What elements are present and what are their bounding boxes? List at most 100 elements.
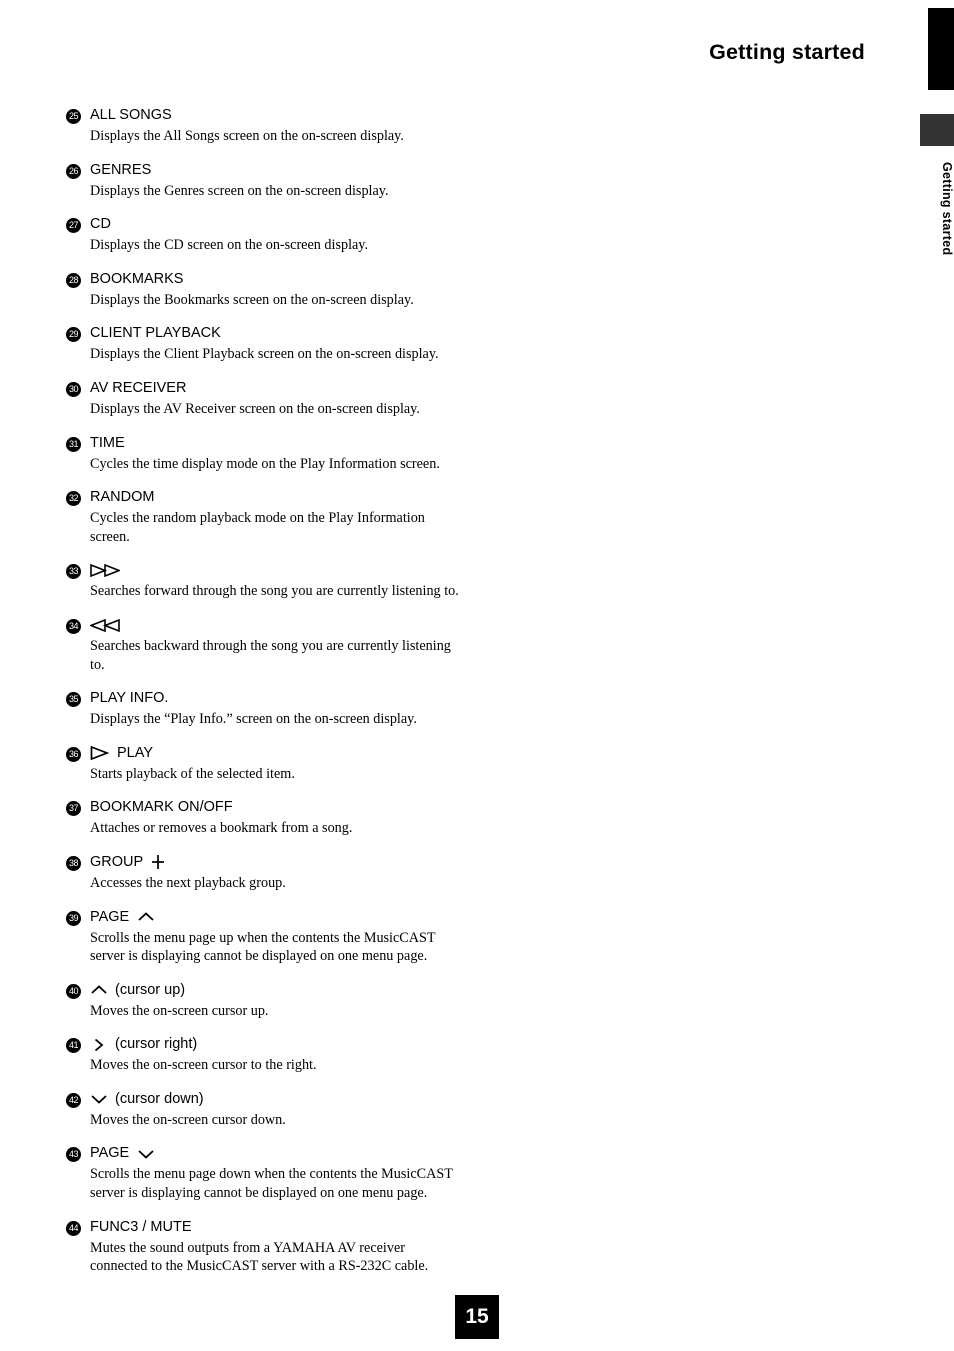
entry-description: Cycles the time display mode on the Play… xyxy=(90,455,440,472)
page-title: Getting started xyxy=(709,40,865,64)
entry-description: Moves the on-screen cursor up. xyxy=(90,1002,269,1019)
entry-number-badge: 33 xyxy=(66,564,81,580)
key-entry: 31 TIME Cycles the time display mode on th… xyxy=(66,434,486,474)
entry-number-badge: 32 xyxy=(66,491,81,507)
entry-description: Mutes the sound outputs from a YAMAHA AV… xyxy=(90,1239,429,1275)
entry-description: Attaches or removes a bookmark from a so… xyxy=(90,820,353,837)
entry-label: FUNC3 / MUTE xyxy=(90,1218,192,1235)
key-entry: 28 BOOKMARKS Displays the Bookmarks screen… xyxy=(66,270,486,310)
key-entry: 26 GENRES Displays the Genres screen on th… xyxy=(66,161,486,201)
entry-label-row: GROUP xyxy=(90,853,486,872)
entry-label: TIME xyxy=(90,434,125,451)
entry-label-row: BOOKMARKS xyxy=(90,270,486,289)
entry-label: CLIENT PLAYBACK xyxy=(90,325,221,342)
entry-label-row: FUNC3 / MUTE xyxy=(90,1218,486,1237)
entry-label: PLAY INFO. xyxy=(90,690,169,707)
remote-control-key-list: 25 ALL SONGS Displays the All Songs screen… xyxy=(66,106,486,1291)
entry-number-badge: 40 xyxy=(66,983,81,999)
entry-number-badge: 38 xyxy=(66,855,81,871)
entry-label: GROUP xyxy=(90,853,144,870)
entry-label: AV RECEIVER xyxy=(90,379,187,396)
key-entry: 43 PAGE Scrolls the menu page down when th… xyxy=(66,1144,486,1202)
key-entry: 39 PAGE Scrolls the menu page up when the … xyxy=(66,908,486,966)
entry-description: Scrolls the menu page down when the cont… xyxy=(90,1166,453,1202)
entry-label-row: PAGE xyxy=(90,908,486,927)
entry-description: Moves the on-screen cursor to the right. xyxy=(90,1057,317,1074)
entry-number-badge: 27 xyxy=(66,218,81,234)
plus-icon xyxy=(151,854,165,870)
entry-label-row: PLAY xyxy=(90,744,486,763)
side-tab-label: Getting started xyxy=(940,162,954,256)
key-entry: 29 CLIENT PLAYBACK Displays the Client Pla… xyxy=(66,324,486,364)
entry-label: (cursor down) xyxy=(115,1090,204,1107)
entry-description: Cycles the random playback mode on the P… xyxy=(90,510,425,545)
entry-number-badge: 35 xyxy=(66,692,81,708)
rewind-icon xyxy=(90,618,120,632)
entry-description: Accesses the next playback group. xyxy=(90,874,286,891)
key-entry: 40 (cursor up) Moves the on-screen cursor … xyxy=(66,981,486,1021)
entry-description: Starts playback of the selected item. xyxy=(90,765,295,782)
entry-description: Scrolls the menu page up when the conten… xyxy=(90,929,436,965)
entry-description: Displays the Genres screen on the on-scr… xyxy=(90,182,389,199)
entry-number-badge: 28 xyxy=(66,272,81,288)
entry-label: BOOKMARK ON/OFF xyxy=(90,799,233,816)
entry-label-row: TIME xyxy=(90,434,486,453)
entry-label-row: CLIENT PLAYBACK xyxy=(90,324,486,343)
entry-description: Searches backward through the song you a… xyxy=(90,637,451,673)
page-header: Getting started xyxy=(0,0,954,96)
entry-label: PAGE xyxy=(90,908,130,925)
entry-label: BOOKMARKS xyxy=(90,270,184,287)
entry-description: Displays the Bookmarks screen on the on-… xyxy=(90,291,414,308)
entry-label-row: RANDOM xyxy=(90,488,486,507)
key-entry: 42 (cursor down) Moves the on-screen curso… xyxy=(66,1090,486,1130)
header-tab-marker xyxy=(928,8,954,90)
entry-number-badge: 34 xyxy=(66,618,81,634)
entry-label-row: AV RECEIVER xyxy=(90,379,486,398)
key-entry: 32 RANDOM Cycles the random playback mode … xyxy=(66,488,486,546)
chevron-up-icon xyxy=(137,910,155,924)
entry-label-row: (cursor up) xyxy=(90,981,486,1000)
entry-label: (cursor right) xyxy=(115,1036,198,1053)
key-entry: 34 Searches backward through the song you… xyxy=(66,616,486,674)
entry-description: Displays the CD screen on the on-screen … xyxy=(90,237,369,254)
entry-label: CD xyxy=(90,216,111,233)
entry-number-badge: 25 xyxy=(66,109,81,124)
entry-number-badge: 36 xyxy=(66,746,81,762)
chevron-right-icon xyxy=(90,1038,108,1052)
entry-description: Displays the All Songs screen on the on-… xyxy=(90,128,404,144)
entry-label: ALL SONGS xyxy=(90,107,172,123)
chevron-down-icon xyxy=(90,1092,108,1106)
entry-number-badge: 43 xyxy=(66,1147,81,1163)
entry-label-row xyxy=(90,616,486,635)
play-icon xyxy=(90,746,110,761)
entry-label-row: (cursor down) xyxy=(90,1090,486,1109)
entry-description: Displays the “Play Info.” screen on the … xyxy=(90,711,417,728)
key-entry: 33 Searches forward through the song you … xyxy=(66,561,486,601)
entry-number-badge: 31 xyxy=(66,436,81,452)
page-number: 15 xyxy=(455,1295,499,1339)
entry-number-badge: 44 xyxy=(66,1220,81,1236)
fast-forward-icon xyxy=(90,564,120,578)
entry-label: PAGE xyxy=(90,1145,130,1162)
entry-label-row: BOOKMARK ON/OFF xyxy=(90,798,486,817)
entry-number-badge: 41 xyxy=(66,1038,81,1054)
entry-label-row: CD xyxy=(90,215,486,234)
entry-label-row: GENRES xyxy=(90,161,486,180)
entry-number-badge: 30 xyxy=(66,381,81,397)
entry-label-row: PLAY INFO. xyxy=(90,689,486,708)
key-entry: 27 CD Displays the CD screen on the on-scr… xyxy=(66,215,486,255)
side-tab-block xyxy=(920,114,954,146)
key-entry: 44 FUNC3 / MUTE Mutes the sound outputs fr… xyxy=(66,1218,486,1276)
entry-label-row: PAGE xyxy=(90,1144,486,1163)
entry-description: Displays the AV Receiver screen on the o… xyxy=(90,400,420,417)
entry-description: Searches forward through the song you ar… xyxy=(90,583,459,600)
key-entry: 35 PLAY INFO. Displays the “Play Info.” sc… xyxy=(66,689,486,729)
key-entry: 30 AV RECEIVER Displays the AV Receiver sc… xyxy=(66,379,486,419)
entry-description: Moves the on-screen cursor down. xyxy=(90,1111,286,1128)
entry-number-badge: 26 xyxy=(66,163,81,179)
entry-number-badge: 29 xyxy=(66,327,81,343)
entry-label: PLAY xyxy=(117,744,154,761)
entry-label-row: (cursor right) xyxy=(90,1035,486,1054)
entry-number-badge: 42 xyxy=(66,1092,81,1108)
chevron-down-icon xyxy=(137,1147,155,1161)
